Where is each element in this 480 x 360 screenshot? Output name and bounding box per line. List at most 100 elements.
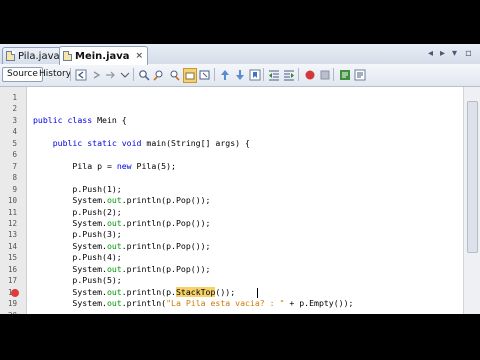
code-token: p.Push(4);: [33, 252, 122, 263]
line-number: 17: [7, 276, 17, 286]
code-token: Pila(5);: [136, 160, 176, 171]
line-number: 13: [7, 230, 17, 240]
line-number: 5: [12, 138, 17, 148]
code-line[interactable]: p.Push(2);: [33, 207, 121, 218]
code-token: Pila p =: [33, 160, 117, 171]
field-token: out: [106, 263, 122, 274]
code-token: .println(p.Pop());: [121, 240, 211, 251]
code-line[interactable]: System.out.println(p.Pop());: [33, 218, 210, 229]
toggle-bookmark-icon[interactable]: [249, 68, 261, 81]
field-token: out: [106, 217, 122, 228]
ide-editor-window: Pila.java × Mein.java × ◂ ▸ ▾ ▫ Source H…: [0, 44, 480, 314]
code-line[interactable]: public class Mein {: [33, 115, 127, 126]
field-token: out: [106, 240, 122, 251]
dropdown-arrow-icon[interactable]: [119, 68, 131, 81]
start-macro-icon[interactable]: [304, 68, 316, 81]
close-icon[interactable]: ×: [136, 49, 144, 64]
line-number: 1: [12, 93, 17, 102]
code-token: System.: [33, 298, 107, 309]
tab-label: Mein.java: [75, 50, 130, 62]
code-token: .println(p.Pop());: [121, 217, 211, 228]
code-line[interactable]: Pila p = new Pila(5);: [33, 161, 176, 172]
toggle-highlight-icon[interactable]: [183, 68, 197, 83]
restore-window-icon[interactable]: ▫: [465, 48, 472, 59]
tab-mein-java[interactable]: Mein.java ×: [59, 46, 149, 65]
code-token: p.Push(5);: [33, 275, 122, 286]
java-file-icon: [6, 51, 15, 61]
stop-macro-icon[interactable]: [319, 68, 331, 81]
code-line[interactable]: p.Push(4);: [33, 252, 122, 263]
shift-right-icon[interactable]: [283, 68, 295, 81]
code-line[interactable]: p.Push(5);: [33, 275, 122, 286]
line-number: 10: [7, 196, 17, 206]
show-opened-documents-icon[interactable]: ▾: [452, 48, 457, 59]
toolbar-separator: [133, 68, 134, 81]
code-token: System.: [33, 195, 107, 206]
code-token: p.Push(3);: [33, 229, 122, 240]
code-token: ());: [215, 286, 236, 297]
code-line[interactable]: System.out.println(p.Pop());: [33, 195, 210, 206]
code-token: + p.Empty());: [284, 298, 354, 309]
line-number: 14: [7, 241, 17, 251]
code-line[interactable]: public static void main(String[] args) {: [33, 138, 250, 149]
scroll-tabs-left-icon[interactable]: ◂: [428, 48, 433, 59]
back-icon[interactable]: [75, 68, 87, 81]
editor-tab-strip: Pila.java × Mein.java × ◂ ▸ ▾ ▫: [0, 44, 480, 65]
line-number: 19: [7, 299, 17, 309]
scrollbar-thumb[interactable]: [467, 101, 478, 253]
uncomment-icon[interactable]: [354, 68, 366, 81]
toolbar-separator: [214, 68, 215, 81]
vertical-scrollbar[interactable]: [463, 87, 480, 314]
find-next-icon[interactable]: [168, 68, 180, 81]
code-line[interactable]: System.out.println("La Pila esta vacia? …: [33, 298, 353, 309]
line-number: 7: [12, 161, 17, 171]
forward-icon[interactable]: [91, 68, 103, 81]
line-number: 4: [12, 127, 17, 137]
code-line[interactable]: System.out.println(p.StackTop());: [33, 286, 236, 298]
code-token: main(String[] args) {: [146, 137, 250, 148]
toggle-rectangular-selection-icon[interactable]: [199, 68, 211, 81]
code-line[interactable]: System.out.println(p.Pop());: [33, 264, 210, 275]
keyword-token: public static void: [52, 137, 147, 148]
field-token: out: [106, 298, 122, 309]
code-token: .println(p.: [121, 286, 176, 297]
field-token: out: [106, 286, 122, 297]
find-selection-icon[interactable]: [138, 68, 150, 81]
comment-icon[interactable]: [339, 68, 351, 81]
line-number: 8: [12, 173, 17, 183]
code-editor[interactable]: public class Mein { public static void m…: [27, 87, 462, 314]
line-number: 2: [12, 104, 17, 114]
line-number: 12: [7, 218, 17, 228]
java-file-icon: [63, 51, 72, 61]
code-token: System.: [33, 286, 107, 297]
code-token: System.: [33, 217, 107, 228]
search-highlight-token: StackTop: [175, 286, 216, 297]
toolbar-separator: [298, 68, 299, 81]
code-line[interactable]: p.Push(1);: [33, 183, 122, 195]
line-number: 15: [7, 253, 17, 263]
toolbar-separator: [70, 68, 71, 81]
last-edit-icon[interactable]: [104, 68, 116, 81]
code-token: .println(p.Pop());: [121, 195, 211, 206]
line-number: 6: [12, 150, 17, 160]
tab-label: Pila.java: [18, 50, 60, 62]
next-bookmark-icon[interactable]: [234, 68, 246, 81]
code-token: Mein {: [97, 114, 127, 125]
keyword-token: public class: [33, 114, 98, 125]
code-line[interactable]: p.Push(3);: [33, 229, 122, 240]
toolbar-separator: [263, 68, 264, 81]
find-previous-icon[interactable]: [153, 68, 165, 81]
error-marker-icon[interactable]: [11, 288, 19, 297]
code-token: p.Push(1);: [33, 183, 122, 194]
code-token: System.: [33, 240, 107, 251]
code-token: System.: [33, 263, 107, 274]
line-number: 9: [12, 184, 17, 194]
scroll-tabs-right-icon[interactable]: ▸: [440, 48, 445, 59]
code-line[interactable]: System.out.println(p.Pop());: [33, 241, 210, 252]
shift-left-icon[interactable]: [268, 68, 280, 81]
text-caret: [257, 287, 258, 298]
line-number: 16: [7, 264, 17, 274]
previous-bookmark-icon[interactable]: [219, 68, 231, 81]
editor-toolbar: Source History: [0, 64, 480, 87]
